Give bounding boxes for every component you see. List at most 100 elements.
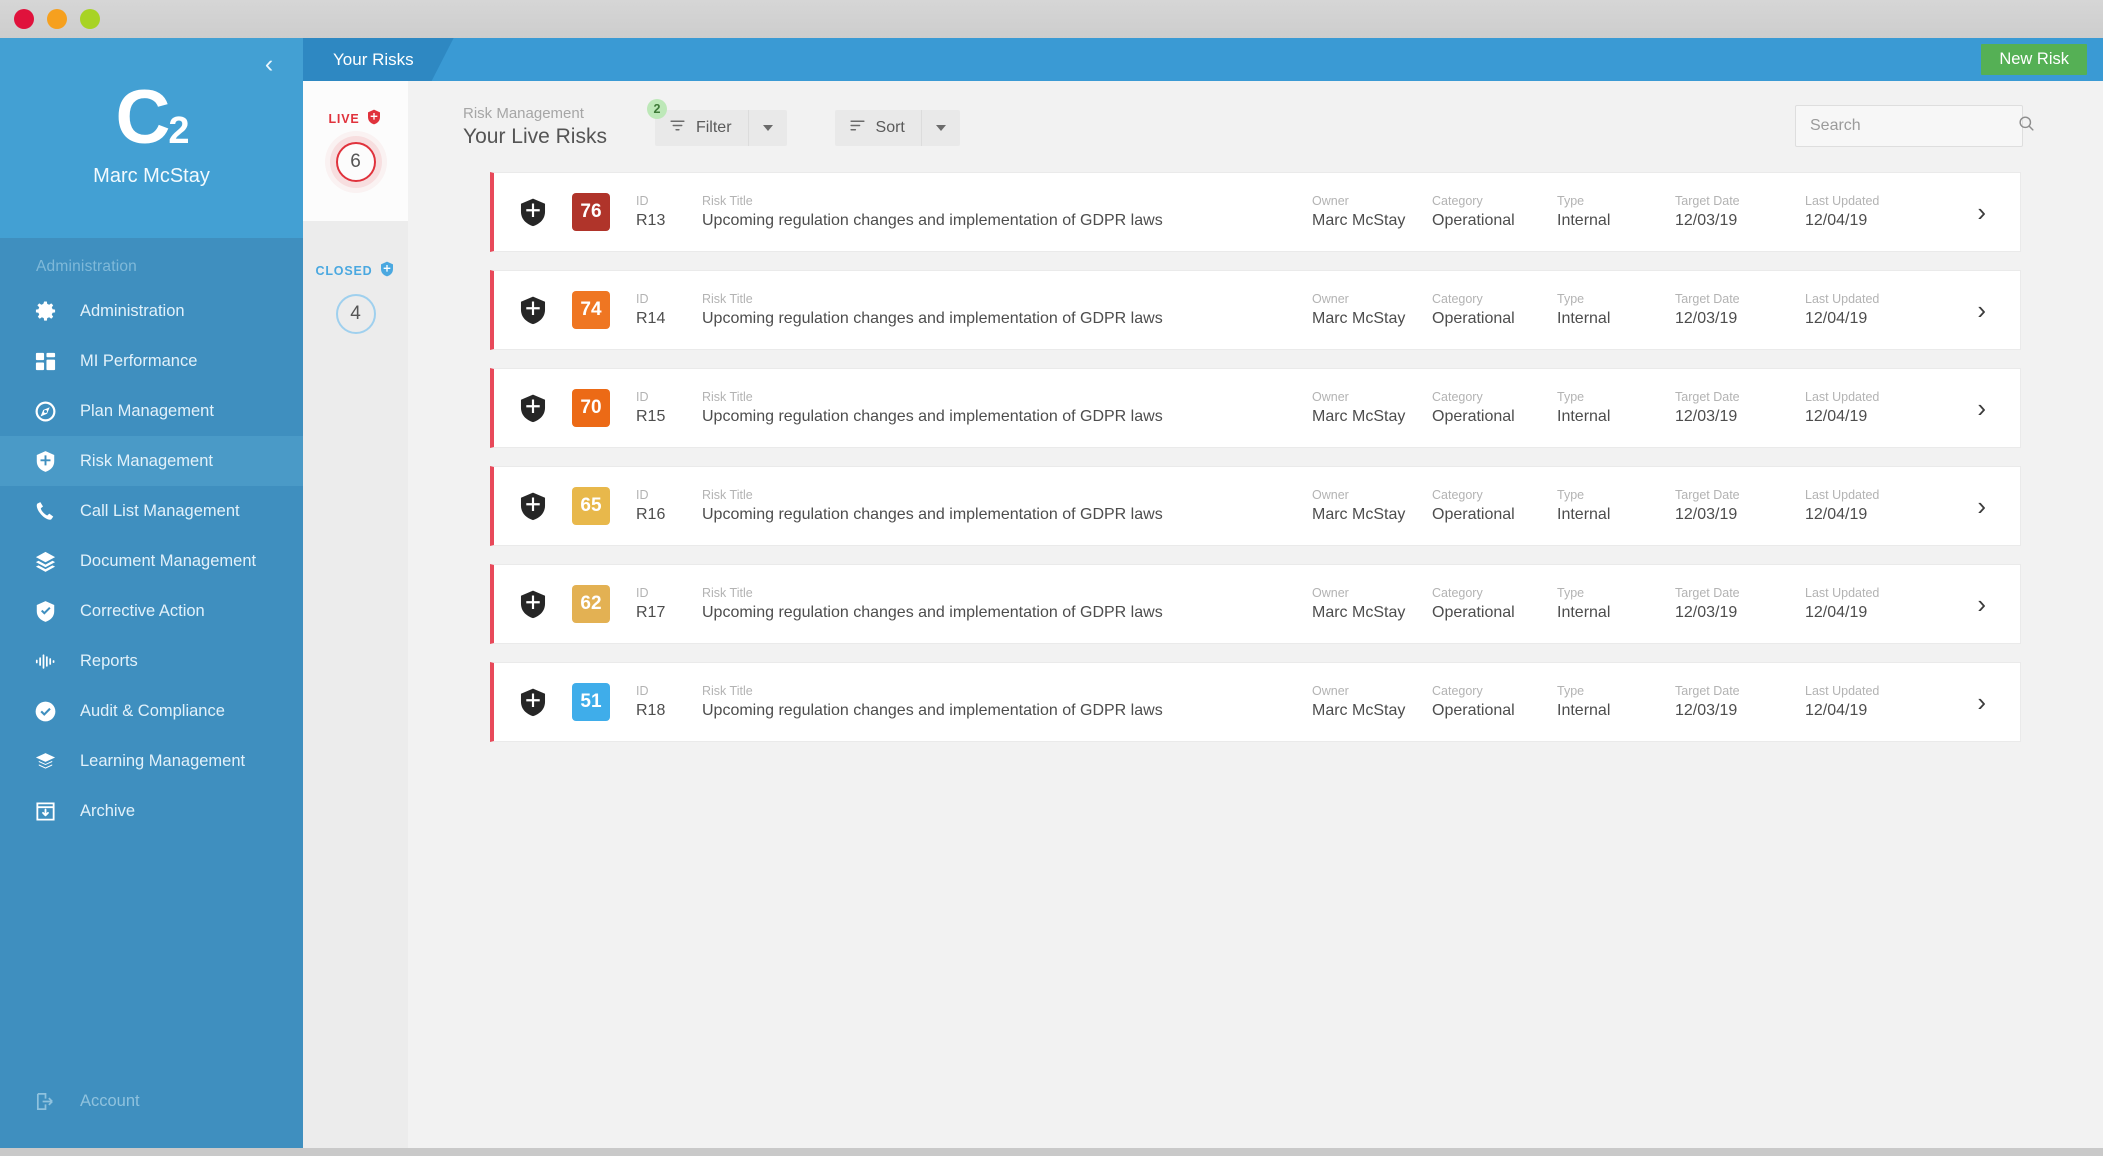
main-content: Risk Management Your Live Risks 2 Filter <box>408 81 2103 1148</box>
cell-value-target_date: 12/03/19 <box>1675 309 1738 327</box>
sort-icon <box>849 117 866 139</box>
column-header-title: Risk Title <box>702 487 753 502</box>
cell-owner: Owner Marc McStay <box>1312 487 1432 525</box>
sidebar-item-mi-performance[interactable]: MI Performance <box>0 336 303 386</box>
column-header-id: ID <box>636 585 649 600</box>
sidebar-item-call-list-management[interactable]: Call List Management <box>0 486 303 536</box>
status-closed-label: CLOSED <box>315 263 373 278</box>
sidebar-item-label: Account <box>80 1091 140 1110</box>
sidebar-item-corrective-action[interactable]: Corrective Action <box>0 586 303 636</box>
chevron-right-icon[interactable]: › <box>1977 199 1986 225</box>
column-header-type: Type <box>1557 487 1585 502</box>
sidebar-item-archive[interactable]: Archive <box>0 786 303 836</box>
cell-value-type: Internal <box>1557 309 1611 327</box>
table-row[interactable]: 62 ID R17 Risk Title Upcoming regulation cha… <box>490 564 2021 644</box>
column-header-type: Type <box>1557 683 1585 698</box>
cell-title: Risk Title Upcoming regulation changes an… <box>702 585 1312 623</box>
column-header-id: ID <box>636 683 649 698</box>
filter-label: Filter <box>695 118 732 136</box>
sidebar-section-label: Administration <box>36 258 138 275</box>
cell-owner: Owner Marc McStay <box>1312 683 1432 721</box>
column-header-target_date: Target Date <box>1675 389 1740 404</box>
status-closed[interactable]: CLOSED 4 <box>303 221 408 334</box>
column-header-category: Category <box>1432 193 1483 208</box>
risk-score-badge: 70 <box>572 389 610 427</box>
window-titlebar <box>0 0 2103 38</box>
cell-value-target_date: 12/03/19 <box>1675 603 1738 621</box>
search-box[interactable] <box>1795 105 2034 147</box>
sidebar-item-plan-management[interactable]: Plan Management <box>0 386 303 436</box>
sidebar-item-learning-management[interactable]: Learning Management <box>0 736 303 786</box>
status-live[interactable]: LIVE 6 <box>303 81 408 221</box>
tab-your-risks[interactable]: Your Risks <box>303 38 454 81</box>
column-header-owner: Owner <box>1312 585 1349 600</box>
cell-category: Category Operational <box>1432 389 1557 427</box>
shield-icon <box>366 109 382 128</box>
sidebar-item-administration[interactable]: Administration <box>0 286 303 336</box>
table-row[interactable]: 76 ID R13 Risk Title Upcoming regulation cha… <box>490 172 2021 252</box>
table-row[interactable]: 51 ID R18 Risk Title Upcoming regulation cha… <box>490 662 2021 742</box>
sidebar-item-audit-compliance[interactable]: Audit & Compliance <box>0 686 303 736</box>
column-header-last_updated: Last Updated <box>1805 193 1880 208</box>
chevron-left-icon[interactable]: ‹ <box>255 50 283 78</box>
chevron-right-icon[interactable]: › <box>1977 689 1986 715</box>
table-row[interactable]: 65 ID R16 Risk Title Upcoming regulation cha… <box>490 466 2021 546</box>
table-row[interactable]: 70 ID R15 Risk Title Upcoming regulation cha… <box>490 368 2021 448</box>
cell-value-category: Operational <box>1432 701 1515 719</box>
cell-id: ID R16 <box>636 487 702 525</box>
cell-value-id: R13 <box>636 211 666 229</box>
cell-target_date: Target Date 12/03/19 <box>1675 389 1805 427</box>
column-header-target_date: Target Date <box>1675 193 1740 208</box>
cell-value-owner: Marc McStay <box>1312 701 1406 719</box>
window-minimize-button[interactable] <box>47 9 67 29</box>
filter-badge: 2 <box>646 98 667 119</box>
shield-cross-icon <box>32 448 58 474</box>
column-header-owner: Owner <box>1312 389 1349 404</box>
sidebar-item-account[interactable]: Account <box>0 1076 303 1126</box>
column-header-last_updated: Last Updated <box>1805 585 1880 600</box>
table-row[interactable]: 74 ID R14 Risk Title Upcoming regulation cha… <box>490 270 2021 350</box>
sidebar-item-reports[interactable]: Reports <box>0 636 303 686</box>
filter-icon <box>669 117 686 139</box>
chevron-right-icon[interactable]: › <box>1977 395 1986 421</box>
cell-target_date: Target Date 12/03/19 <box>1675 585 1805 623</box>
risk-shield-icon <box>494 393 572 423</box>
cell-value-id: R14 <box>636 309 666 327</box>
chevron-right-icon[interactable]: › <box>1977 591 1986 617</box>
cell-value-type: Internal <box>1557 603 1611 621</box>
sidebar-item-label: Risk Management <box>80 451 213 470</box>
cell-value-owner: Marc McStay <box>1312 309 1406 327</box>
column-header-owner: Owner <box>1312 193 1349 208</box>
window-maximize-button[interactable] <box>80 9 100 29</box>
cell-title: Risk Title Upcoming regulation changes an… <box>702 683 1312 721</box>
search-input[interactable] <box>1810 117 2017 135</box>
column-header-category: Category <box>1432 389 1483 404</box>
column-header-title: Risk Title <box>702 291 753 306</box>
cell-value-type: Internal <box>1557 701 1611 719</box>
filter-button[interactable]: 2 Filter <box>646 98 787 146</box>
risk-shield-icon <box>494 295 572 325</box>
sort-button[interactable]: Sort <box>834 109 960 146</box>
new-risk-button[interactable]: New Risk <box>1981 44 2087 75</box>
chevron-down-icon[interactable] <box>922 124 960 131</box>
risk-shield-icon <box>494 197 572 227</box>
column-header-owner: Owner <box>1312 291 1349 306</box>
search-icon[interactable] <box>2017 114 2036 138</box>
cell-target_date: Target Date 12/03/19 <box>1675 487 1805 525</box>
column-header-title: Risk Title <box>702 389 753 404</box>
chevron-down-icon[interactable] <box>749 124 787 131</box>
cell-owner: Owner Marc McStay <box>1312 193 1432 231</box>
window-close-button[interactable] <box>14 9 34 29</box>
column-header-title: Risk Title <box>702 193 753 208</box>
status-closed-header: CLOSED <box>303 261 408 280</box>
cell-target_date: Target Date 12/03/19 <box>1675 193 1805 231</box>
column-header-last_updated: Last Updated <box>1805 291 1880 306</box>
logo-subscript: 2 <box>168 110 189 152</box>
chevron-right-icon[interactable]: › <box>1977 493 1986 519</box>
sidebar-item-document-management[interactable]: Document Management <box>0 536 303 586</box>
chevron-right-icon[interactable]: › <box>1977 297 1986 323</box>
cell-value-last_updated: 12/04/19 <box>1805 211 1868 229</box>
sidebar-item-risk-management[interactable]: Risk Management <box>0 436 303 486</box>
risk-score-badge: 51 <box>572 683 610 721</box>
column-header-type: Type <box>1557 193 1585 208</box>
